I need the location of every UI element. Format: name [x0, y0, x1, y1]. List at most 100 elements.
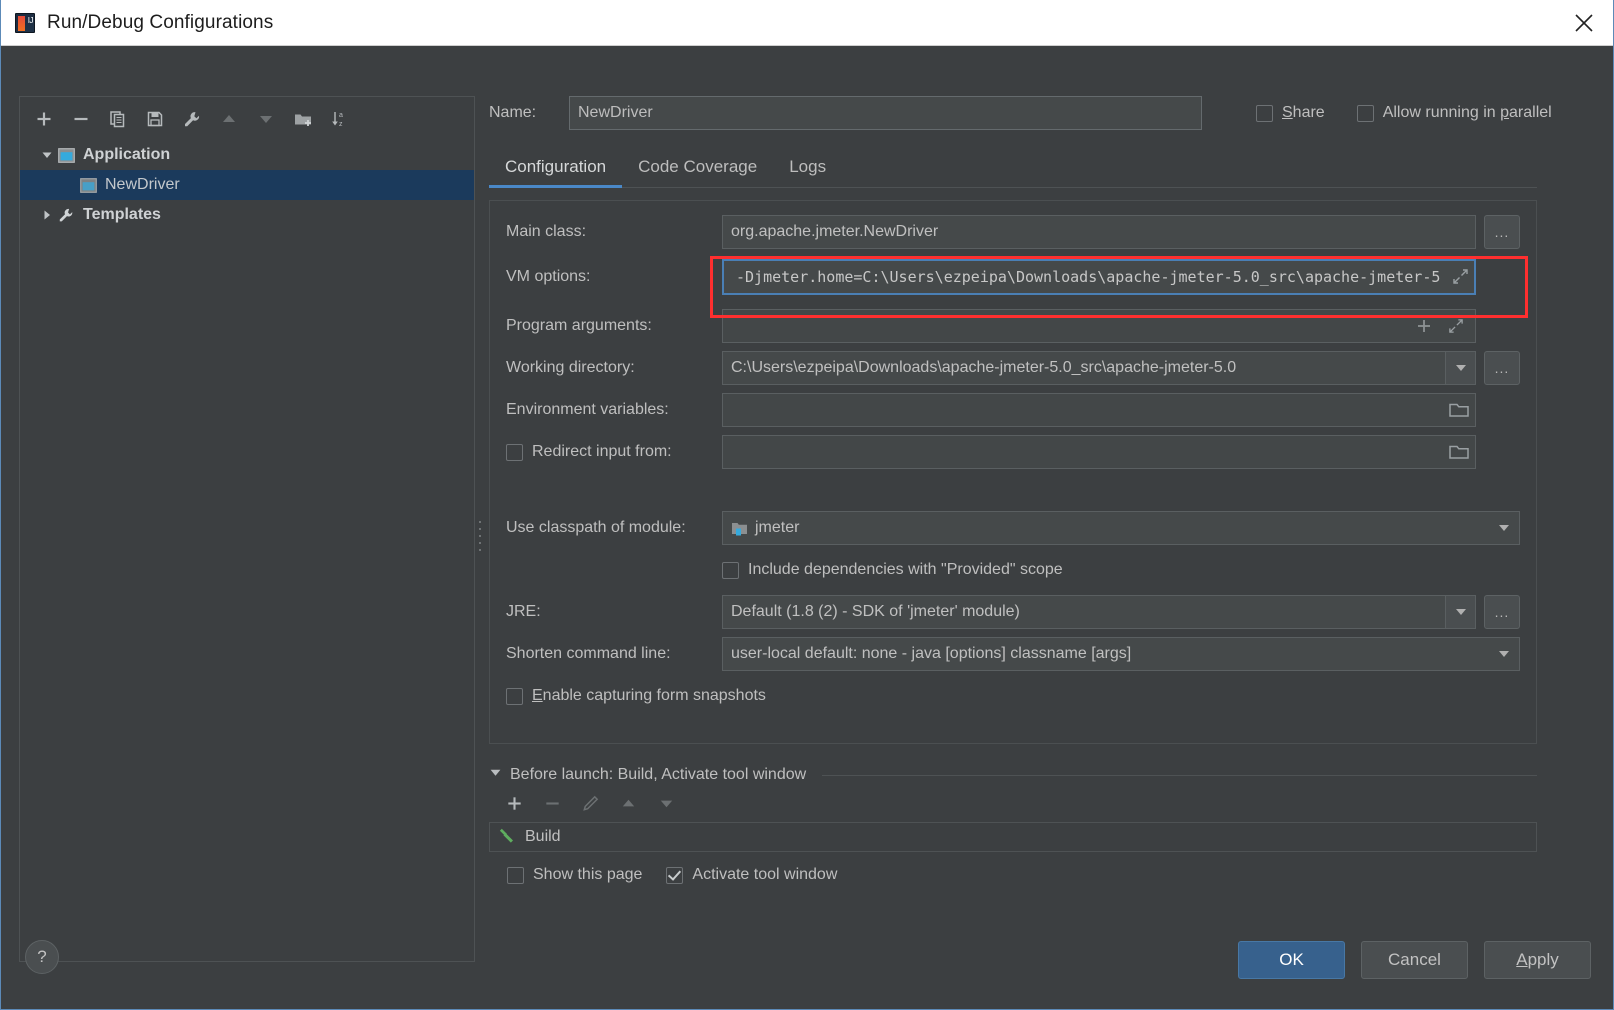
- vm-options-input[interactable]: [722, 259, 1476, 295]
- move-up-button[interactable]: [210, 103, 247, 135]
- expand-field-icon[interactable]: [1452, 268, 1469, 285]
- classpath-module-combo[interactable]: jmeter: [722, 511, 1520, 545]
- ok-button[interactable]: OK: [1238, 941, 1345, 979]
- share-label: Share: [1282, 104, 1325, 122]
- tree-node-templates[interactable]: Templates: [20, 200, 474, 230]
- tab-code-coverage[interactable]: Code Coverage: [622, 157, 773, 187]
- chevron-right-icon[interactable]: [38, 206, 56, 224]
- tree-node-label: Application: [83, 146, 171, 163]
- application-icon: [56, 146, 76, 164]
- copy-configuration-button[interactable]: [99, 103, 136, 135]
- allow-parallel-checkbox-row[interactable]: Allow running in parallel: [1356, 104, 1552, 122]
- chevron-down-icon[interactable]: [1445, 596, 1475, 628]
- edit-templates-button[interactable]: [173, 103, 210, 135]
- hammer-icon: [498, 825, 517, 849]
- share-checkbox-row[interactable]: Share: [1256, 104, 1325, 122]
- jre-browse-button[interactable]: ...: [1484, 595, 1520, 629]
- main-class-row: Main class: ...: [490, 215, 1536, 249]
- environment-variables-input[interactable]: [722, 393, 1476, 427]
- shorten-command-line-label: Shorten command line:: [506, 645, 671, 662]
- tree-node-newdriver[interactable]: NewDriver: [20, 170, 474, 200]
- show-this-page-row[interactable]: Show this page: [507, 866, 642, 884]
- include-provided-label: Include dependencies with "Provided" sco…: [748, 561, 1063, 578]
- cancel-button[interactable]: Cancel: [1361, 941, 1468, 979]
- include-provided-checkbox-row[interactable]: Include dependencies with "Provided" sco…: [722, 561, 1063, 579]
- sort-configurations-button[interactable]: a z: [321, 103, 358, 135]
- chevron-down-icon[interactable]: [38, 146, 56, 164]
- before-launch-task-list: Build: [489, 822, 1537, 852]
- chevron-down-icon[interactable]: [489, 766, 502, 784]
- panel-splitter[interactable]: [475, 96, 487, 962]
- close-icon[interactable]: [1555, 0, 1613, 45]
- before-launch-header[interactable]: Before launch: Build, Activate tool wind…: [489, 766, 1537, 784]
- vm-options-row: VM options:: [490, 259, 1536, 295]
- form-snapshots-checkbox-row[interactable]: Enable capturing form snapshots: [506, 687, 766, 705]
- show-this-page-checkbox[interactable]: [507, 866, 524, 884]
- chevron-down-icon[interactable]: [1489, 512, 1519, 544]
- help-button[interactable]: ?: [25, 940, 59, 974]
- dialog-body: a z Application NewDriver Templates Name…: [1, 46, 1613, 1009]
- classpath-module-label: Use classpath of module:: [506, 519, 686, 536]
- edit-task-button[interactable]: [571, 787, 609, 819]
- remove-configuration-button[interactable]: [62, 103, 99, 135]
- tab-logs[interactable]: Logs: [773, 157, 842, 187]
- classpath-module-value: jmeter: [755, 519, 800, 536]
- share-checkbox[interactable]: [1256, 104, 1273, 122]
- main-class-browse-button[interactable]: ...: [1484, 215, 1520, 249]
- working-directory-combo[interactable]: C:\Users\ezpeipa\Downloads\apache-jmeter…: [722, 351, 1476, 385]
- chevron-down-icon[interactable]: [1445, 352, 1475, 384]
- folder-icon[interactable]: [1448, 442, 1470, 462]
- shorten-command-line-combo[interactable]: user-local default: none - java [options…: [722, 637, 1520, 671]
- redirect-input-label-group[interactable]: Redirect input from:: [506, 443, 722, 461]
- before-launch-section: Before launch: Build, Activate tool wind…: [489, 766, 1537, 884]
- allow-parallel-checkbox[interactable]: [1356, 104, 1374, 122]
- remove-task-button[interactable]: [533, 787, 571, 819]
- add-configuration-button[interactable]: [25, 103, 62, 135]
- working-directory-browse-button[interactable]: ...: [1484, 351, 1520, 385]
- redirect-input-checkbox[interactable]: [506, 443, 523, 461]
- configuration-editor-panel: Name: Share Allow running in parallel Co…: [489, 96, 1595, 884]
- activate-tool-window-row[interactable]: Activate tool window: [666, 866, 837, 884]
- form-snapshots-row: Enable capturing form snapshots: [490, 679, 1536, 713]
- module-icon: [731, 521, 748, 536]
- name-row: Name: Share Allow running in parallel: [489, 96, 1595, 130]
- save-configuration-button[interactable]: [136, 103, 173, 135]
- name-input[interactable]: [569, 96, 1202, 130]
- include-provided-checkbox[interactable]: [722, 561, 739, 579]
- application-icon: [78, 176, 98, 194]
- main-class-label: Main class:: [506, 223, 587, 240]
- form-snapshots-checkbox[interactable]: [506, 687, 523, 705]
- insert-macro-icon[interactable]: [1416, 318, 1432, 334]
- titlebar: Run/Debug Configurations: [1, 0, 1613, 46]
- environment-variables-label: Environment variables:: [506, 401, 669, 418]
- run-debug-configurations-dialog: Run/Debug Configurations: [0, 0, 1614, 1010]
- jre-value: Default (1.8 (2) - SDK of 'jmeter' modul…: [731, 603, 1020, 620]
- jre-combo[interactable]: Default (1.8 (2) - SDK of 'jmeter' modul…: [722, 595, 1476, 629]
- shorten-command-line-row: Shorten command line: user-local default…: [490, 637, 1536, 671]
- move-task-down-button[interactable]: [647, 787, 685, 819]
- before-launch-options: Show this page Activate tool window: [489, 866, 1537, 884]
- activate-tool-window-checkbox[interactable]: [666, 866, 684, 884]
- move-task-up-button[interactable]: [609, 787, 647, 819]
- folder-icon[interactable]: [1448, 400, 1470, 420]
- expand-field-icon[interactable]: [1448, 318, 1464, 334]
- dialog-buttons: OK Cancel Apply: [1238, 941, 1591, 979]
- tab-configuration[interactable]: Configuration: [489, 157, 623, 188]
- allow-parallel-label: Allow running in parallel: [1383, 104, 1552, 122]
- jre-row: JRE: Default (1.8 (2) - SDK of 'jmeter' …: [490, 595, 1536, 629]
- redirect-input-row: Redirect input from:: [490, 435, 1536, 469]
- jre-label: JRE:: [506, 603, 541, 620]
- chevron-down-icon[interactable]: [1489, 638, 1519, 670]
- tree-node-application[interactable]: Application: [20, 140, 474, 170]
- create-folder-button[interactable]: [284, 103, 321, 135]
- name-label: Name:: [489, 104, 537, 121]
- apply-button[interactable]: Apply: [1484, 941, 1591, 979]
- move-down-button[interactable]: [247, 103, 284, 135]
- svg-text:z: z: [339, 121, 343, 128]
- add-task-button[interactable]: [495, 787, 533, 819]
- main-class-input[interactable]: [722, 215, 1476, 249]
- program-arguments-input[interactable]: [722, 309, 1476, 343]
- before-launch-toolbar: [489, 784, 1537, 822]
- before-launch-title: Before launch: Build, Activate tool wind…: [510, 766, 807, 783]
- redirect-input-path-input[interactable]: [722, 435, 1476, 469]
